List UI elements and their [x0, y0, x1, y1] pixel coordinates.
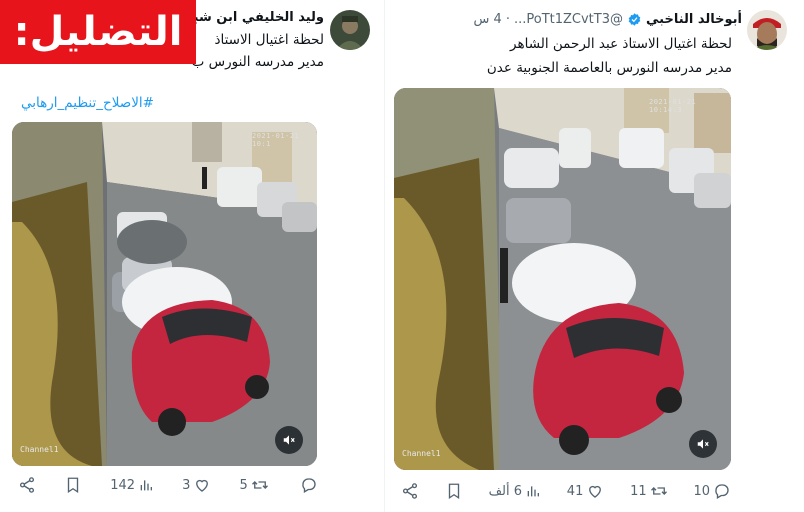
- left-tweet-text-line1: لحظة اغتيال الاستاذ: [214, 32, 324, 48]
- right-avatar[interactable]: [747, 10, 787, 50]
- left-views-count: 142: [110, 477, 136, 493]
- left-video-frame: [12, 122, 317, 466]
- right-like-count: 41: [566, 483, 584, 499]
- left-video[interactable]: 2021-01-21 10:1 Channel1: [12, 122, 317, 466]
- right-display-name[interactable]: أبوخالد الناخبي: [646, 12, 742, 27]
- right-reply-count: 10: [693, 483, 710, 499]
- right-separator-dot: ·: [505, 12, 510, 27]
- right-reply-button[interactable]: 10: [693, 482, 731, 500]
- left-bookmark-button[interactable]: [64, 476, 82, 494]
- left-avatar[interactable]: [330, 10, 370, 50]
- bookmark-icon: [67, 477, 79, 494]
- right-retweet-count: 11: [630, 483, 647, 499]
- views-icon: [140, 480, 153, 491]
- right-video[interactable]: 2021-01-21 10:14:3 Channel1: [394, 88, 731, 470]
- left-display-name[interactable]: وليد الخليفي ابن شبو: [186, 10, 324, 25]
- left-hashtag[interactable]: #الاصلاح_تنظيم_ارهابي: [21, 95, 154, 111]
- left-tweet-text-line2: مدير مدرسه النورس ب: [191, 54, 324, 70]
- right-views-count: 6 ألف: [488, 483, 523, 499]
- right-video-frame: [394, 88, 731, 470]
- left-reply-button[interactable]: [297, 476, 318, 494]
- misleading-label-banner: التضليل:: [0, 0, 196, 64]
- left-like-button[interactable]: 3: [182, 476, 211, 494]
- reply-icon: [302, 478, 316, 493]
- right-tweet-text-line2: مدير مدرسه النورس بالعاصمة الجنوبية عدن: [486, 60, 732, 76]
- right-handle[interactable]: @PoTt1ZCvtT3...: [514, 12, 623, 27]
- left-tweet[interactable]: وليد الخليفي ابن شبو لحظة اغتيال الاستاذ…: [0, 0, 384, 512]
- left-views-button[interactable]: 142: [110, 477, 154, 493]
- right-action-bar: 6 ألف 41 11 10: [401, 482, 731, 500]
- right-share-button[interactable]: [401, 482, 419, 500]
- left-action-bar: 142 3 5: [18, 476, 318, 494]
- mute-icon: [697, 439, 709, 449]
- right-name-row: أبوخالد الناخبي @PoTt1ZCvtT3... · 4 س: [474, 12, 742, 27]
- right-bookmark-button[interactable]: [445, 482, 463, 500]
- right-retweet-button[interactable]: 11: [630, 482, 668, 500]
- left-retweet-button[interactable]: 5: [240, 476, 269, 494]
- share-icon: [19, 477, 35, 493]
- left-name-row: وليد الخليفي ابن شبو: [186, 10, 324, 25]
- right-video-timestamp: 2021-01-21 10:14:3: [649, 98, 697, 114]
- right-time[interactable]: 4 س: [474, 12, 502, 27]
- retweet-icon: [251, 481, 268, 489]
- right-tweet[interactable]: أبوخالد الناخبي @PoTt1ZCvtT3... · 4 س لح…: [384, 0, 804, 512]
- right-mute-button[interactable]: [689, 430, 717, 458]
- right-views-button[interactable]: 6 ألف: [489, 483, 541, 499]
- left-like-count: 3: [182, 477, 191, 493]
- verified-icon: [628, 13, 641, 26]
- reply-icon: [715, 484, 729, 499]
- left-video-timestamp: 2021-01-21 10:1: [252, 132, 300, 148]
- right-like-button[interactable]: 41: [567, 482, 605, 500]
- like-icon: [589, 485, 602, 498]
- left-share-button[interactable]: [18, 476, 36, 494]
- share-icon: [402, 483, 418, 499]
- right-video-watermark: Channel1: [402, 449, 441, 458]
- bookmark-icon: [448, 483, 459, 500]
- left-retweet-count: 5: [239, 477, 248, 493]
- like-icon: [196, 479, 209, 492]
- right-tweet-text-line1: لحظة اغتيال الاستاذ عبد الرحمن الشاهر: [510, 36, 732, 52]
- left-mute-button[interactable]: [275, 426, 303, 454]
- retweet-icon: [650, 487, 667, 495]
- views-icon: [527, 486, 540, 497]
- left-video-watermark: Channel1: [20, 445, 59, 454]
- mute-icon: [283, 435, 295, 445]
